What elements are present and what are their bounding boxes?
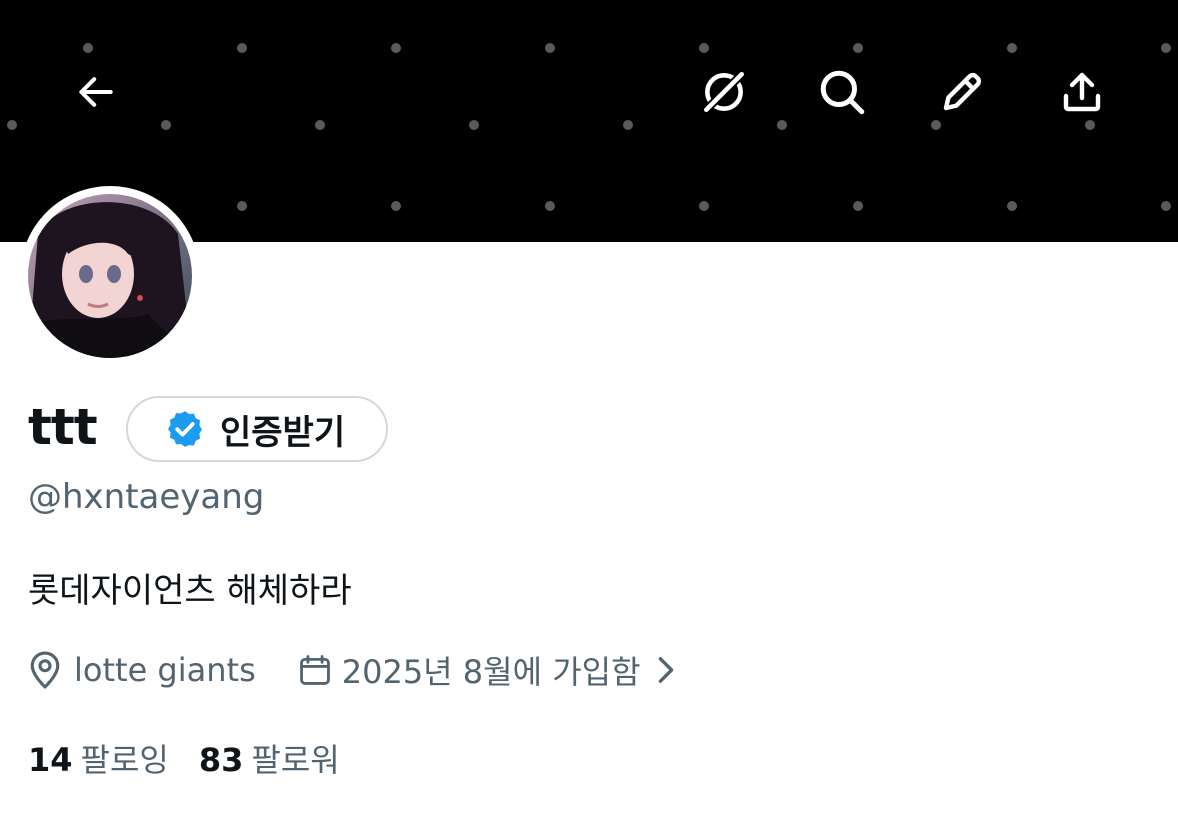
profile-banner[interactable] <box>0 0 1178 242</box>
banner-dot <box>391 201 401 211</box>
banner-dot <box>391 43 401 53</box>
followers-link[interactable]: 83 팔로워 <box>199 735 340 781</box>
banner-dot <box>699 43 709 53</box>
get-verified-label: 인증받기 <box>220 412 346 453</box>
chevron-right-icon <box>658 657 673 683</box>
follow-stats: 14 팔로잉 83 팔로워 <box>28 734 340 782</box>
banner-dot <box>469 120 479 130</box>
banner-dot <box>83 43 93 53</box>
banner-dot <box>1161 201 1171 211</box>
grok-icon <box>702 70 746 114</box>
banner-dot <box>237 43 247 53</box>
back-arrow-icon <box>79 77 113 107</box>
verified-badge-icon <box>168 411 202 447</box>
banner-dot <box>1161 43 1171 53</box>
join-date[interactable]: 2025년 8월에 가입함 <box>256 647 675 693</box>
location-text: lotte giants <box>74 651 256 689</box>
avatar-image <box>28 194 192 358</box>
back-button[interactable] <box>64 60 128 124</box>
profile-meta: lotte giants 2025년 8월에 가입함 <box>28 646 675 694</box>
banner-dot <box>699 201 709 211</box>
edit-button[interactable] <box>930 60 994 124</box>
banner-dot <box>237 201 247 211</box>
profile-bio: 롯데자이언츠 해체하라 <box>28 571 352 611</box>
following-link[interactable]: 14 팔로잉 <box>28 735 169 781</box>
get-verified-button[interactable]: 인증받기 <box>126 396 388 462</box>
followers-label: 팔로워 <box>251 741 340 779</box>
banner-dot <box>853 43 863 53</box>
banner-dot <box>545 43 555 53</box>
following-label: 팔로잉 <box>80 741 169 779</box>
user-handle: @hxntaeyang <box>28 477 265 517</box>
search-button[interactable] <box>810 60 874 124</box>
search-icon <box>820 70 865 115</box>
location: lotte giants <box>28 650 256 690</box>
banner-dot <box>853 201 863 211</box>
banner-dot <box>315 120 325 130</box>
join-date-text: 2025년 8월에 가입함 <box>341 653 641 691</box>
banner-dot <box>777 120 787 130</box>
banner-dot-pattern <box>7 43 1171 211</box>
display-name: ttt <box>28 398 98 456</box>
banner-dot <box>545 201 555 211</box>
banner-dot <box>623 120 633 130</box>
following-count: 14 <box>28 741 73 779</box>
banner-dot <box>161 120 171 130</box>
edit-pencil-icon <box>943 72 982 111</box>
share-button[interactable] <box>1050 60 1114 124</box>
location-pin-icon <box>30 651 60 689</box>
followers-count: 83 <box>198 741 244 779</box>
banner-dot <box>1007 201 1017 211</box>
calendar-icon <box>299 655 330 685</box>
banner-dot <box>1007 43 1017 53</box>
profile-page: ttt 인증받기 @hxntaeyang 롯데자이언츠 해체하라 lotte g… <box>0 0 1178 833</box>
share-icon <box>1063 72 1101 112</box>
grok-button[interactable] <box>692 60 756 124</box>
avatar[interactable] <box>20 186 200 366</box>
banner-dot <box>7 120 17 130</box>
